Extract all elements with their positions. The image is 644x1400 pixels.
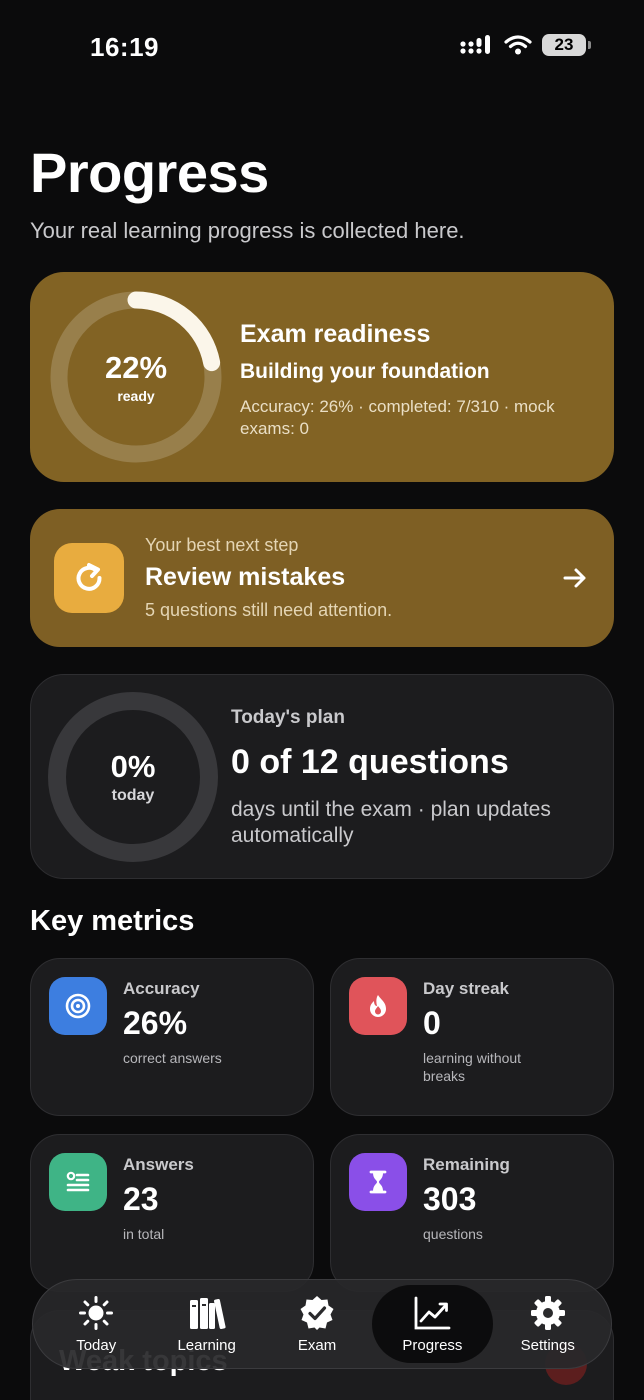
tab-label: Today: [76, 1336, 117, 1354]
gear-icon: [529, 1295, 567, 1331]
status-icons: 23: [460, 34, 591, 56]
battery-indicator: 23: [542, 34, 591, 56]
tab-label: Exam: [297, 1336, 337, 1354]
metric-description: in total: [123, 1226, 165, 1242]
tab-progress[interactable]: Progress: [372, 1285, 493, 1363]
tab-bar: Today Learning Exam Progress Settings: [32, 1279, 612, 1369]
readiness-subtitle: Building your foundation: [240, 360, 490, 383]
page-title: Progress: [30, 141, 269, 204]
page-subtitle: Your real learning progress is collected…: [30, 218, 465, 243]
next-step-title: Review mistakes: [145, 563, 346, 591]
flame-icon: [349, 977, 407, 1035]
badge-check-icon: [298, 1295, 336, 1331]
exam-readiness-card[interactable]: 22% ready Exam readiness Building your f…: [30, 272, 614, 482]
arrow-right-icon[interactable]: [560, 563, 590, 593]
metric-description: questions: [423, 1226, 483, 1242]
readiness-ring-label: ready: [117, 388, 155, 404]
metric-label: Accuracy: [123, 979, 200, 998]
metric-description: correct answers: [123, 1050, 222, 1066]
tab-today[interactable]: Today: [41, 1285, 151, 1363]
metric-value: 303: [423, 1181, 477, 1217]
wifi-icon: [504, 35, 532, 55]
tab-settings[interactable]: Settings: [493, 1285, 603, 1363]
tab-label: Learning: [177, 1336, 236, 1354]
metric-value: 23: [123, 1181, 159, 1217]
hourglass-icon: [349, 1153, 407, 1211]
readiness-title: Exam readiness: [240, 320, 431, 348]
metric-card-answers[interactable]: Answers 23 in total: [30, 1134, 314, 1292]
metric-label: Remaining: [423, 1155, 510, 1174]
target-icon: [49, 977, 107, 1035]
metric-description: learning without breaks: [423, 1050, 522, 1084]
tab-learning[interactable]: Learning: [151, 1285, 261, 1363]
battery-cap: [588, 41, 591, 49]
status-time: 16:19: [90, 32, 159, 62]
metric-value: 26%: [123, 1005, 188, 1041]
tab-label: Progress: [402, 1336, 463, 1354]
readiness-ring: 22% ready: [46, 287, 226, 467]
metric-card-day-streak[interactable]: Day streak 0 learning without breaks: [330, 958, 614, 1116]
metric-label: Answers: [123, 1155, 194, 1174]
sun-icon: [77, 1295, 115, 1331]
next-step-description: 5 questions still need attention.: [145, 600, 393, 620]
metric-label: Day streak: [423, 979, 510, 998]
readiness-percent: 22%: [104, 350, 168, 385]
books-icon: [188, 1295, 226, 1331]
checklist-icon: [49, 1153, 107, 1211]
plan-ring: 0% today: [47, 691, 219, 863]
key-metrics-heading: Key metrics: [30, 905, 195, 937]
cellular-signal-icon: [460, 35, 490, 54]
tab-label: Settings: [520, 1336, 575, 1354]
metric-value: 0: [423, 1005, 441, 1041]
plan-ring-label: today: [111, 787, 155, 804]
plan-percent: 0%: [110, 749, 156, 784]
refresh-icon: [54, 543, 124, 613]
metric-card-remaining[interactable]: Remaining 303 questions: [330, 1134, 614, 1292]
readiness-stats: Accuracy: 26% · completed: 7/310 · mock …: [240, 397, 555, 438]
status-bar: 16:19 23: [0, 0, 644, 96]
todays-plan-card[interactable]: 0% today Today's plan 0 of 12 questions …: [30, 674, 614, 879]
chart-icon: [413, 1295, 451, 1331]
plan-description: days until the exam · plan updates autom…: [231, 798, 551, 847]
battery-level: 23: [554, 35, 574, 54]
next-step-card[interactable]: Your best next step Review mistakes 5 qu…: [30, 509, 614, 647]
plan-kicker: Today's plan: [231, 707, 345, 728]
metric-card-accuracy[interactable]: Accuracy 26% correct answers: [30, 958, 314, 1116]
tab-exam[interactable]: Exam: [262, 1285, 372, 1363]
next-step-kicker: Your best next step: [145, 535, 299, 555]
plan-title: 0 of 12 questions: [231, 743, 509, 781]
